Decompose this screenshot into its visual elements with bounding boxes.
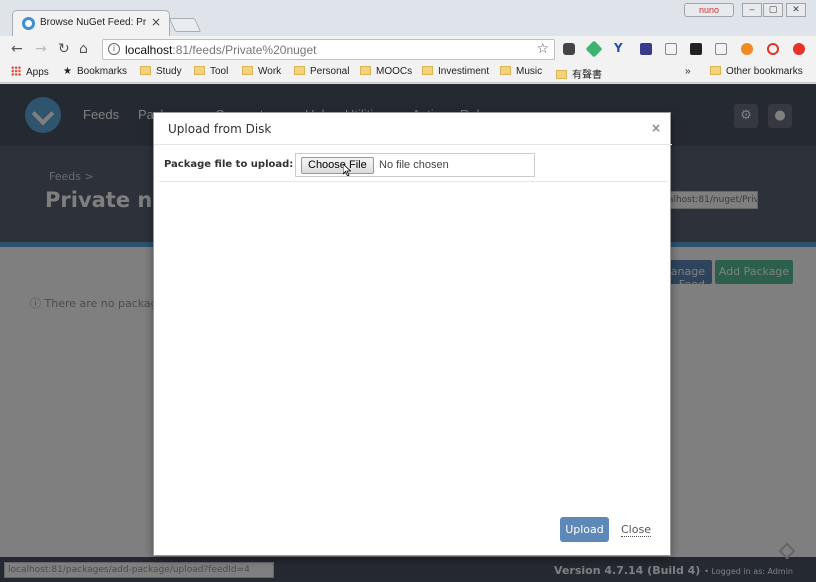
extension-window-icon[interactable] — [715, 43, 727, 55]
folder-icon — [294, 66, 305, 75]
forward-arrow-icon[interactable]: → — [35, 41, 47, 57]
address-bar[interactable]: i localhost:81/feeds/Private%20nuget ☆ — [102, 39, 555, 60]
minimize-button[interactable]: ‒ — [742, 3, 762, 17]
reload-icon[interactable]: ↻ — [58, 41, 70, 57]
bookmark-star-icon[interactable]: ☆ — [536, 41, 549, 57]
browser-tab[interactable]: Browse NuGet Feed: Priv × — [12, 10, 170, 36]
back-arrow-icon[interactable]: ← — [11, 41, 23, 57]
close-link[interactable]: Close — [621, 523, 651, 537]
modal-title: Upload from Disk — [168, 122, 272, 136]
url-host: localhost — [125, 43, 173, 57]
tab-title: Browse NuGet Feed: Priv — [40, 17, 146, 28]
extension-green-icon[interactable] — [585, 40, 603, 58]
bookmark-label: MOOCs — [376, 66, 413, 77]
folder-icon — [422, 66, 433, 75]
maximize-button[interactable]: ▢ — [763, 3, 783, 17]
bookmark-investiment[interactable]: Investiment — [422, 66, 489, 77]
bookmarks-bar: Apps ★ Bookmarks Study Tool Work Personal… — [0, 63, 816, 83]
bookmark-label: Personal — [310, 66, 350, 77]
modal-divider — [154, 144, 672, 145]
bookmark-label: 有聲書 — [572, 70, 602, 81]
star-icon: ★ — [63, 66, 72, 77]
browser-titlebar: Browse NuGet Feed: Priv × nuno ‒ ▢ ✕ — [0, 0, 816, 36]
bookmark-bookmarks[interactable]: ★ Bookmarks — [63, 66, 127, 77]
bookmark-audiobooks[interactable]: 有聲書 — [556, 66, 602, 81]
bookmark-apps[interactable]: Apps — [11, 66, 49, 78]
bookmark-label: Study — [156, 66, 182, 77]
modal-divider — [159, 181, 667, 182]
close-window-button[interactable]: ✕ — [786, 3, 806, 17]
close-icon[interactable]: × — [651, 121, 661, 135]
bookmark-other[interactable]: Other bookmarks — [710, 66, 803, 77]
upload-modal: Upload from Disk × Package file to uploa… — [153, 112, 672, 556]
profile-badge[interactable]: nuno — [684, 3, 734, 17]
file-input[interactable]: Choose File No file chosen — [295, 153, 535, 177]
bookmark-label: Music — [516, 66, 543, 77]
browser-toolbar: ← → ↻ ⌂ i localhost:81/feeds/Private%20n… — [0, 36, 816, 63]
pocket-extension-icon[interactable] — [563, 43, 575, 55]
folder-icon — [500, 66, 511, 75]
site-info-icon[interactable]: i — [108, 43, 120, 55]
apps-grid-icon — [11, 66, 21, 76]
profile-name: nuno — [698, 5, 720, 15]
folder-icon — [710, 66, 721, 75]
extension-purple-icon[interactable] — [640, 43, 652, 55]
tab-close-icon[interactable]: × — [151, 15, 161, 29]
bookmark-study[interactable]: Study — [140, 66, 182, 77]
extension-play-icon[interactable] — [690, 43, 702, 55]
folder-icon — [194, 66, 205, 75]
mouse-cursor-icon — [343, 164, 351, 176]
bookmark-moocs[interactable]: MOOCs — [360, 66, 412, 77]
bookmark-label: Work — [258, 66, 282, 77]
extension-y-icon[interactable]: Y — [614, 41, 626, 55]
bookmark-label: Bookmarks — [76, 66, 127, 77]
extension-page-icon[interactable] — [665, 43, 677, 55]
upload-button[interactable]: Upload — [560, 517, 609, 542]
package-file-label: Package file to upload: — [164, 159, 294, 170]
address-url: localhost:81/feeds/Private%20nuget — [125, 43, 316, 57]
folder-icon — [242, 66, 253, 75]
folder-icon — [140, 66, 151, 75]
bookmark-work[interactable]: Work — [242, 66, 281, 77]
bookmarks-overflow-icon[interactable]: » — [685, 66, 691, 77]
folder-icon — [360, 66, 371, 75]
bookmark-music[interactable]: Music — [500, 66, 542, 77]
opera-extension-icon[interactable] — [767, 43, 779, 55]
bookmark-label: Tool — [210, 66, 229, 77]
bookmark-personal[interactable]: Personal — [294, 66, 349, 77]
bookmark-label: Investiment — [438, 66, 490, 77]
url-path: :81/feeds/Private%20nuget — [172, 43, 317, 57]
extension-red-icon[interactable] — [793, 43, 805, 55]
choose-file-button[interactable]: Choose File — [301, 157, 374, 174]
bookmark-label: Apps — [26, 67, 49, 78]
proget-favicon-icon — [22, 17, 35, 30]
new-tab-button[interactable] — [168, 18, 202, 32]
file-status-text: No file chosen — [379, 159, 449, 171]
bookmark-tool[interactable]: Tool — [194, 66, 228, 77]
bookmark-label: Other bookmarks — [726, 66, 803, 77]
home-icon[interactable]: ⌂ — [79, 41, 88, 57]
extension-orange-icon[interactable] — [741, 43, 753, 55]
folder-icon — [556, 70, 567, 79]
